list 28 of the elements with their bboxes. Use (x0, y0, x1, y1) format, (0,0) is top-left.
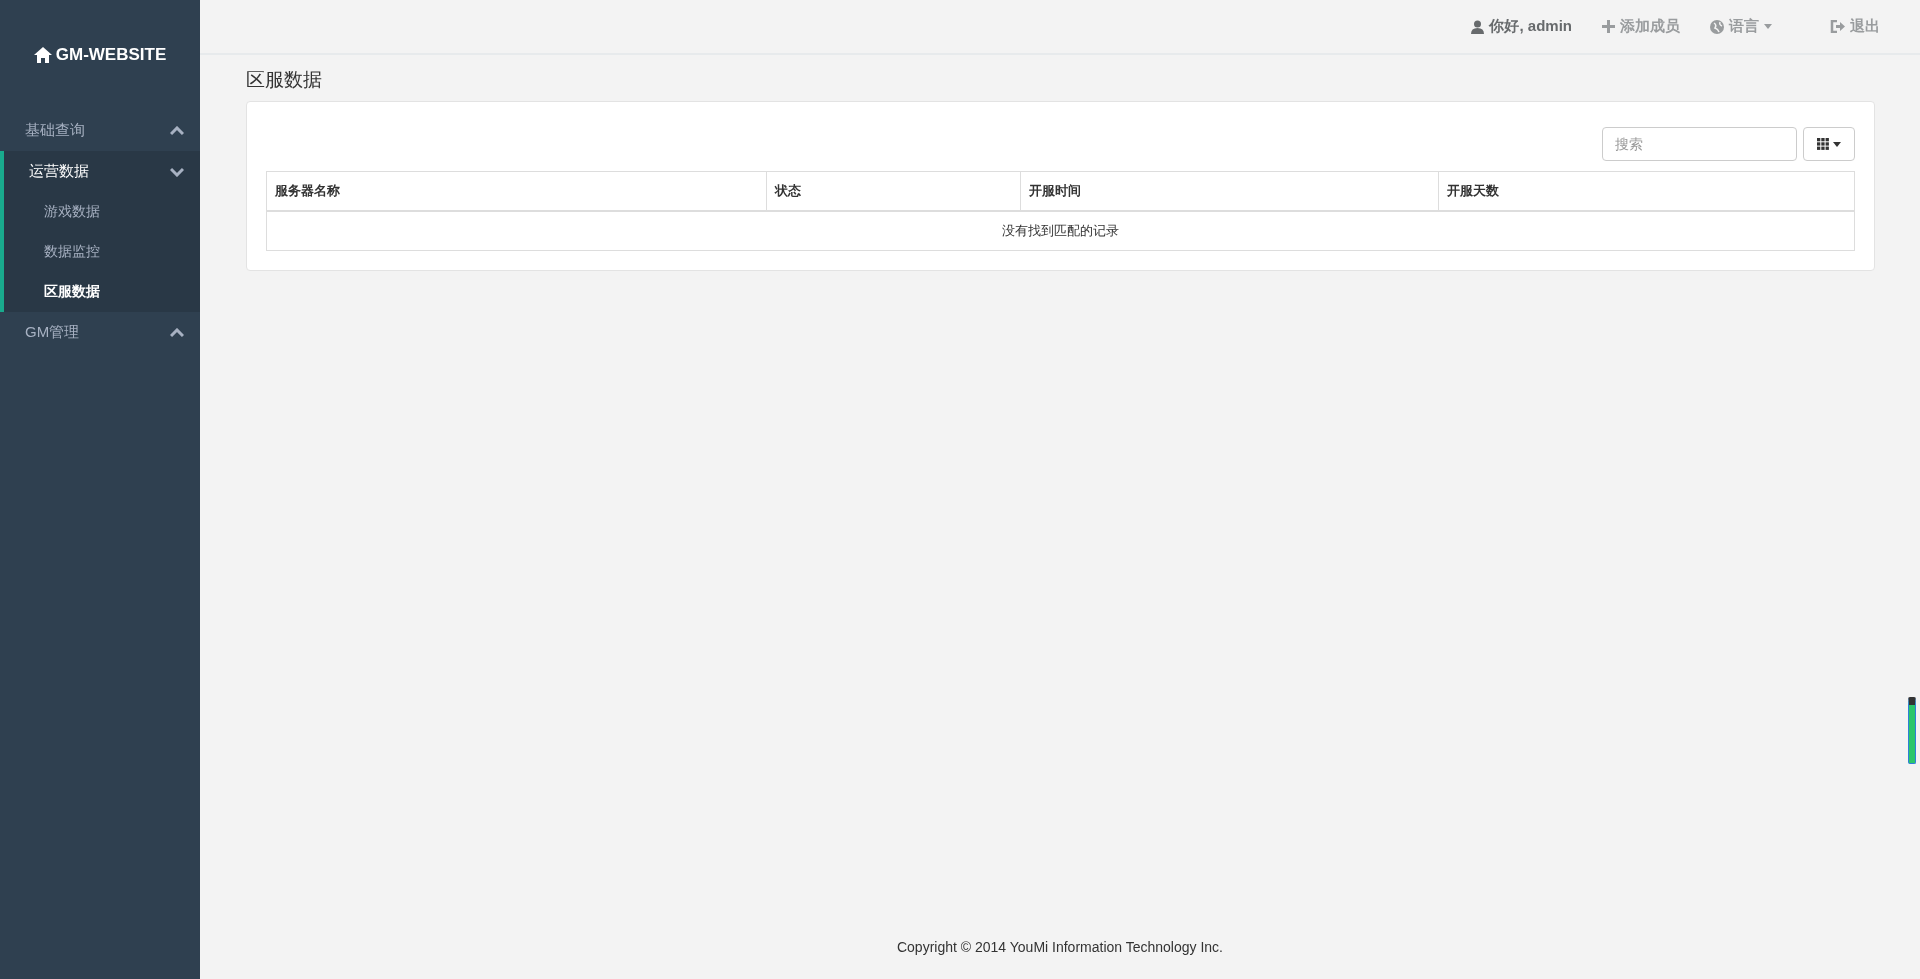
plus-icon (1602, 20, 1615, 33)
brand-title: GM-WEBSITE (55, 45, 167, 65)
column-header: 开服天数 (1438, 171, 1855, 211)
user-icon (1471, 19, 1485, 34)
sidebar-item[interactable]: 基础查询 (0, 110, 200, 151)
grid-icon (1817, 138, 1829, 150)
logout-icon (1830, 20, 1845, 33)
caret-icon (1833, 141, 1841, 147)
column-header: 状态 (766, 171, 1021, 211)
sidebar-item[interactable]: GM管理 (0, 312, 200, 353)
user-greeting-link[interactable]: 你好, admin (1471, 17, 1572, 36)
column-header: 服务器名称 (266, 171, 767, 211)
sidebar-subitem[interactable]: 游戏数据 (4, 192, 200, 232)
chevron-up-icon (170, 125, 184, 136)
sidebar-item[interactable]: 运营数据 (0, 151, 200, 192)
chevron-up-icon (170, 327, 184, 338)
columns-button[interactable] (1803, 127, 1855, 161)
copyright-text: Copyright © 2014 YouMi Information Technology Inc. (896, 939, 1223, 955)
search-field[interactable]: 搜索 (1602, 127, 1797, 161)
home-icon (33, 47, 52, 63)
column-header: 开服时间 (1020, 171, 1439, 211)
sidebar-subitem[interactable]: 数据监控 (4, 232, 200, 272)
sidebar-subitem[interactable]: 区服数据 (4, 272, 200, 312)
caret-icon (1764, 24, 1772, 29)
empty-message: 没有找到匹配的记录 (266, 211, 1855, 251)
side-handle-icon[interactable] (1908, 697, 1916, 764)
chevron-down-icon (170, 166, 184, 177)
page-title: 区服数据 (246, 68, 323, 92)
